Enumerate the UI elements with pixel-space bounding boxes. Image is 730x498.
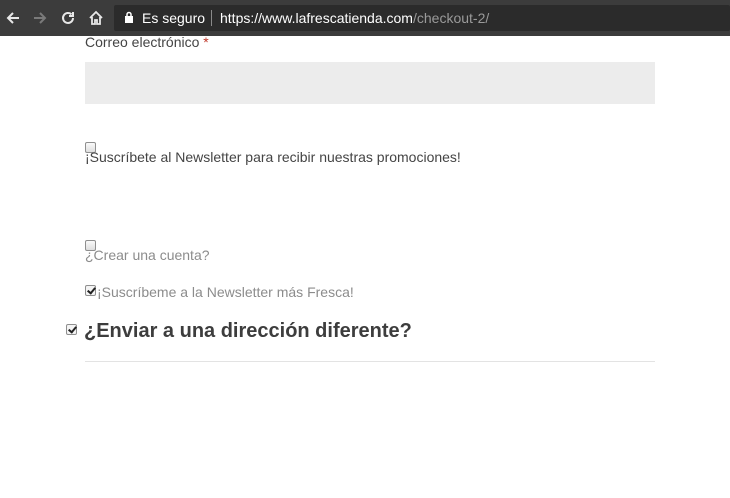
section-divider [85, 361, 655, 362]
fresca-newsletter-checkbox[interactable] [85, 285, 96, 296]
address-separator [211, 10, 212, 26]
forward-icon[interactable] [30, 8, 50, 28]
checkout-page: Correo electrónico * ¡Suscríbete al News… [0, 34, 730, 498]
email-field[interactable] [85, 62, 655, 104]
email-label: Correo electrónico * [85, 34, 209, 50]
lock-icon [124, 11, 134, 29]
address-bar[interactable]: Es seguro https://www.lafrescatienda.com… [114, 5, 730, 31]
email-label-text: Correo electrónico [85, 34, 200, 50]
fresca-newsletter-label: ¡Suscríbeme a la Newsletter más Fresca! [97, 284, 354, 300]
secure-label: Es seguro [142, 10, 206, 26]
url-text[interactable]: https://www.lafrescatienda.com/checkout-… [220, 10, 489, 26]
back-icon[interactable] [3, 8, 23, 28]
create-account-label: ¿Crear una cuenta? [85, 247, 210, 263]
url-path: /checkout-2/ [412, 10, 490, 26]
ship-different-heading[interactable]: ¿Enviar a una dirección diferente? [84, 320, 412, 343]
newsletter-label: ¡Suscríbete al Newsletter para recibir n… [85, 149, 461, 165]
home-icon[interactable] [86, 8, 106, 28]
reload-icon[interactable] [58, 8, 78, 28]
ship-different-checkbox[interactable] [66, 324, 77, 335]
required-mark: * [203, 34, 209, 50]
url-host: https://www.lafrescatienda.com [220, 10, 413, 26]
browser-toolbar: Es seguro https://www.lafrescatienda.com… [0, 0, 730, 36]
